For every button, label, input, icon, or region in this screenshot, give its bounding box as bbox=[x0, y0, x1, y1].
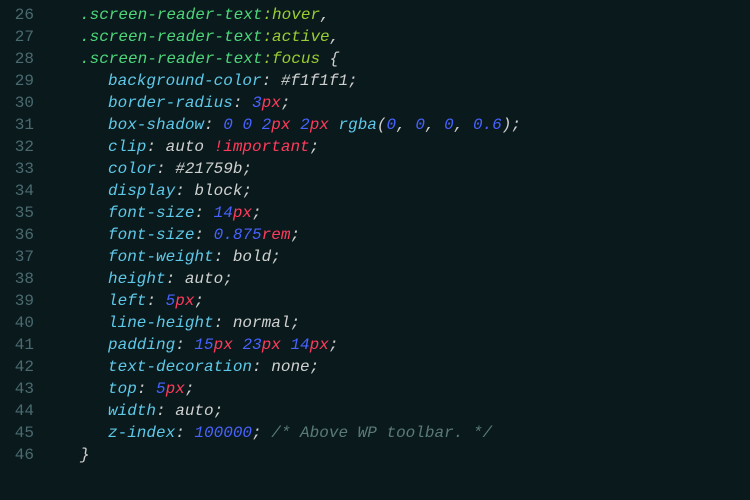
code-line: 33color: #21759b; bbox=[0, 158, 750, 180]
code-line: 39left: 5px; bbox=[0, 290, 750, 312]
line-number: 36 bbox=[0, 224, 52, 246]
code-line: 45z-index: 100000; /* Above WP toolbar. … bbox=[0, 422, 750, 444]
code-line: 46} bbox=[0, 444, 750, 466]
code-content: .screen-reader-text:active, bbox=[52, 26, 750, 48]
code-content: .screen-reader-text:hover, bbox=[52, 4, 750, 26]
code-content: text-decoration: none; bbox=[52, 356, 750, 378]
code-content: color: #21759b; bbox=[52, 158, 750, 180]
line-number: 27 bbox=[0, 26, 52, 48]
code-content: font-size: 14px; bbox=[52, 202, 750, 224]
code-content: left: 5px; bbox=[52, 290, 750, 312]
code-content: border-radius: 3px; bbox=[52, 92, 750, 114]
line-number: 33 bbox=[0, 158, 52, 180]
code-line: 41padding: 15px 23px 14px; bbox=[0, 334, 750, 356]
code-content: padding: 15px 23px 14px; bbox=[52, 334, 750, 356]
code-content: width: auto; bbox=[52, 400, 750, 422]
code-line: 26.screen-reader-text:hover, bbox=[0, 4, 750, 26]
line-number: 40 bbox=[0, 312, 52, 334]
line-number: 46 bbox=[0, 444, 52, 466]
line-number: 39 bbox=[0, 290, 52, 312]
code-content: top: 5px; bbox=[52, 378, 750, 400]
code-line: 42text-decoration: none; bbox=[0, 356, 750, 378]
code-line: 28.screen-reader-text:focus { bbox=[0, 48, 750, 70]
code-line: 35font-size: 14px; bbox=[0, 202, 750, 224]
code-content: .screen-reader-text:focus { bbox=[52, 48, 750, 70]
code-line: 32clip: auto !important; bbox=[0, 136, 750, 158]
line-number: 42 bbox=[0, 356, 52, 378]
line-number: 35 bbox=[0, 202, 52, 224]
code-line: 34display: block; bbox=[0, 180, 750, 202]
code-content: box-shadow: 0 0 2px 2px rgba(0, 0, 0, 0.… bbox=[52, 114, 750, 136]
code-content: background-color: #f1f1f1; bbox=[52, 70, 750, 92]
line-number: 38 bbox=[0, 268, 52, 290]
code-content: display: block; bbox=[52, 180, 750, 202]
code-editor[interactable]: 26.screen-reader-text:hover, 27.screen-r… bbox=[0, 4, 750, 466]
code-content: line-height: normal; bbox=[52, 312, 750, 334]
code-content: clip: auto !important; bbox=[52, 136, 750, 158]
line-number: 32 bbox=[0, 136, 52, 158]
line-number: 30 bbox=[0, 92, 52, 114]
code-content: font-size: 0.875rem; bbox=[52, 224, 750, 246]
code-line: 29background-color: #f1f1f1; bbox=[0, 70, 750, 92]
line-number: 44 bbox=[0, 400, 52, 422]
code-line: 36font-size: 0.875rem; bbox=[0, 224, 750, 246]
line-number: 43 bbox=[0, 378, 52, 400]
code-content: height: auto; bbox=[52, 268, 750, 290]
line-number: 31 bbox=[0, 114, 52, 136]
line-number: 37 bbox=[0, 246, 52, 268]
code-line: 37font-weight: bold; bbox=[0, 246, 750, 268]
code-line: 44width: auto; bbox=[0, 400, 750, 422]
code-line: 43top: 5px; bbox=[0, 378, 750, 400]
line-number: 41 bbox=[0, 334, 52, 356]
code-line: 30border-radius: 3px; bbox=[0, 92, 750, 114]
line-number: 29 bbox=[0, 70, 52, 92]
code-line: 40line-height: normal; bbox=[0, 312, 750, 334]
code-content: font-weight: bold; bbox=[52, 246, 750, 268]
code-line: 31box-shadow: 0 0 2px 2px rgba(0, 0, 0, … bbox=[0, 114, 750, 136]
code-line: 27.screen-reader-text:active, bbox=[0, 26, 750, 48]
line-number: 34 bbox=[0, 180, 52, 202]
code-content: z-index: 100000; /* Above WP toolbar. */ bbox=[52, 422, 750, 444]
line-number: 45 bbox=[0, 422, 52, 444]
line-number: 28 bbox=[0, 48, 52, 70]
code-line: 38height: auto; bbox=[0, 268, 750, 290]
code-content: } bbox=[52, 444, 750, 466]
line-number: 26 bbox=[0, 4, 52, 26]
